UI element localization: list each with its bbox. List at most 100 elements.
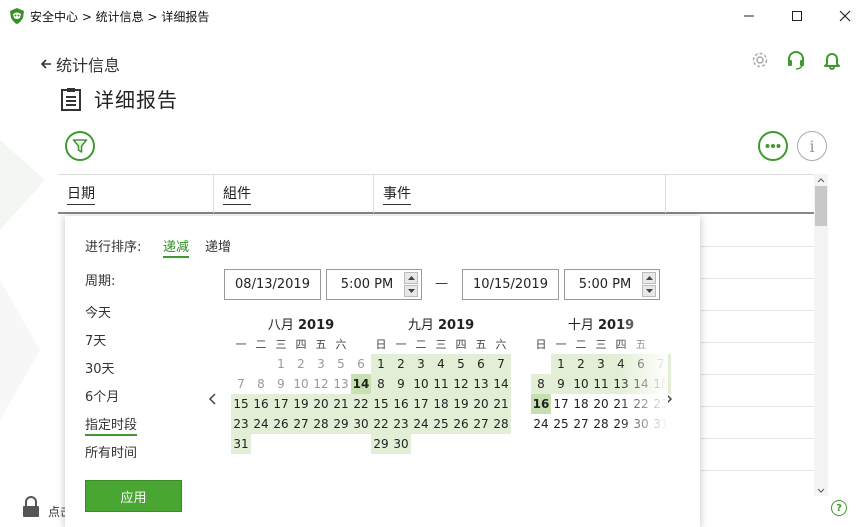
- calendar-prev-button[interactable]: [208, 391, 218, 410]
- start-time-increment[interactable]: [404, 272, 418, 284]
- scrollbar-thumb[interactable]: [815, 186, 827, 226]
- calendar-day[interactable]: 26: [451, 414, 471, 434]
- calendar-day[interactable]: 2: [391, 354, 411, 374]
- calendar-day[interactable]: 5: [331, 354, 351, 374]
- calendar-day[interactable]: 6: [351, 354, 371, 374]
- sort-ascending-option[interactable]: 递增: [205, 236, 231, 255]
- start-time-decrement[interactable]: [404, 285, 418, 297]
- calendar-day[interactable]: 28: [311, 414, 331, 434]
- calendar-day[interactable]: 24: [251, 414, 271, 434]
- calendar-day[interactable]: 5: [451, 354, 471, 374]
- calendar-day[interactable]: 3: [311, 354, 331, 374]
- end-time-input[interactable]: 5:00 PM: [564, 269, 660, 300]
- calendar-day[interactable]: 13: [471, 374, 491, 394]
- period-option-7-days[interactable]: 7天: [85, 330, 106, 349]
- lock-status-text[interactable]: 点击: [48, 503, 66, 520]
- calendar-day[interactable]: 7: [491, 354, 511, 374]
- calendar-day[interactable]: 20: [471, 394, 491, 414]
- lock-icon[interactable]: [22, 496, 40, 518]
- calendar-day[interactable]: 7: [231, 374, 251, 394]
- period-option-all-time[interactable]: 所有时间: [85, 442, 137, 461]
- calendar-day[interactable]: 8: [371, 374, 391, 394]
- calendar-day[interactable]: 23: [391, 414, 411, 434]
- calendar-day[interactable]: 23: [231, 414, 251, 434]
- start-time-input[interactable]: 5:00 PM: [326, 269, 422, 300]
- sort-descending-option[interactable]: 递减: [163, 236, 190, 258]
- calendar-day[interactable]: 20: [591, 394, 611, 414]
- calendar-day[interactable]: 23: [651, 394, 671, 414]
- calendar-day[interactable]: 4: [611, 354, 631, 374]
- calendar-day[interactable]: 12: [311, 374, 331, 394]
- calendar-day[interactable]: 28: [591, 414, 611, 434]
- calendar-day[interactable]: 26: [271, 414, 291, 434]
- calendar-day[interactable]: 27: [291, 414, 311, 434]
- calendar-day[interactable]: 16: [251, 394, 271, 414]
- calendar-day[interactable]: 19: [451, 394, 471, 414]
- gear-icon[interactable]: [750, 50, 770, 70]
- calendar-day[interactable]: 2: [571, 354, 591, 374]
- calendar-day[interactable]: 21: [331, 394, 351, 414]
- calendar-day[interactable]: 31: [651, 414, 671, 434]
- calendar-day[interactable]: 22: [371, 414, 391, 434]
- back-link[interactable]: 统计信息: [40, 52, 120, 76]
- period-option-6-months[interactable]: 6个月: [85, 386, 119, 405]
- period-option-today[interactable]: 今天: [85, 302, 111, 321]
- calendar-day[interactable]: 18: [571, 394, 591, 414]
- calendar-day[interactable]: 6: [471, 354, 491, 374]
- help-icon[interactable]: ?: [831, 500, 847, 516]
- calendar-day[interactable]: 9: [551, 374, 571, 394]
- calendar-day[interactable]: 3: [411, 354, 431, 374]
- end-time-increment[interactable]: [642, 272, 656, 284]
- calendar-day[interactable]: 24: [531, 414, 551, 434]
- column-header-date[interactable]: 日期: [58, 175, 214, 213]
- calendar-day[interactable]: 6: [631, 354, 651, 374]
- calendar-day[interactable]: 2: [291, 354, 311, 374]
- start-date-input[interactable]: 08/13/2019: [224, 269, 321, 300]
- calendar-day[interactable]: 28: [491, 414, 511, 434]
- calendar-day[interactable]: 1: [371, 354, 391, 374]
- calendar-day[interactable]: 4: [431, 354, 451, 374]
- calendar-day[interactable]: 20: [311, 394, 331, 414]
- calendar-day[interactable]: 14: [631, 374, 651, 394]
- calendar-day[interactable]: 14: [491, 374, 511, 394]
- calendar-day[interactable]: 10: [571, 374, 591, 394]
- calendar-day[interactable]: 16: [531, 394, 551, 414]
- calendar-day[interactable]: 17: [271, 394, 291, 414]
- calendar-day[interactable]: 21: [611, 394, 631, 414]
- period-option-30-days[interactable]: 30天: [85, 358, 115, 377]
- calendar-day[interactable]: 17: [411, 394, 431, 414]
- calendar-day[interactable]: 1: [271, 354, 291, 374]
- calendar-day[interactable]: 29: [371, 434, 391, 454]
- calendar-day[interactable]: 9: [271, 374, 291, 394]
- calendar-day[interactable]: 31: [231, 434, 251, 454]
- calendar-day[interactable]: 13: [331, 374, 351, 394]
- calendar-day[interactable]: 8: [251, 374, 271, 394]
- calendar-day[interactable]: 27: [471, 414, 491, 434]
- column-header-component[interactable]: 組件: [214, 175, 374, 213]
- filter-button[interactable]: [65, 131, 95, 161]
- vertical-scrollbar[interactable]: [814, 174, 828, 496]
- end-time-decrement[interactable]: [642, 285, 656, 297]
- headset-icon[interactable]: [786, 50, 806, 70]
- calendar-day[interactable]: 10: [411, 374, 431, 394]
- calendar-day[interactable]: 17: [551, 394, 571, 414]
- calendar-day[interactable]: 1: [551, 354, 571, 374]
- calendar-day[interactable]: 30: [391, 434, 411, 454]
- calendar-day[interactable]: 27: [571, 414, 591, 434]
- calendar-day[interactable]: 16: [391, 394, 411, 414]
- calendar-day[interactable]: 22: [631, 394, 651, 414]
- calendar-day[interactable]: 30: [631, 414, 651, 434]
- calendar-day[interactable]: 15: [651, 374, 671, 394]
- calendar-day[interactable]: 19: [291, 394, 311, 414]
- close-button[interactable]: [822, 0, 867, 32]
- calendar-day[interactable]: 21: [491, 394, 511, 414]
- minimize-button[interactable]: [726, 0, 772, 32]
- calendar-day[interactable]: 11: [591, 374, 611, 394]
- calendar-day[interactable]: 14: [351, 374, 371, 394]
- calendar-day[interactable]: 12: [451, 374, 471, 394]
- calendar-day[interactable]: 8: [531, 374, 551, 394]
- apply-button[interactable]: 应用: [85, 480, 182, 512]
- maximize-button[interactable]: [774, 0, 820, 32]
- calendar-day[interactable]: 13: [611, 374, 631, 394]
- calendar-day[interactable]: 7: [651, 354, 671, 374]
